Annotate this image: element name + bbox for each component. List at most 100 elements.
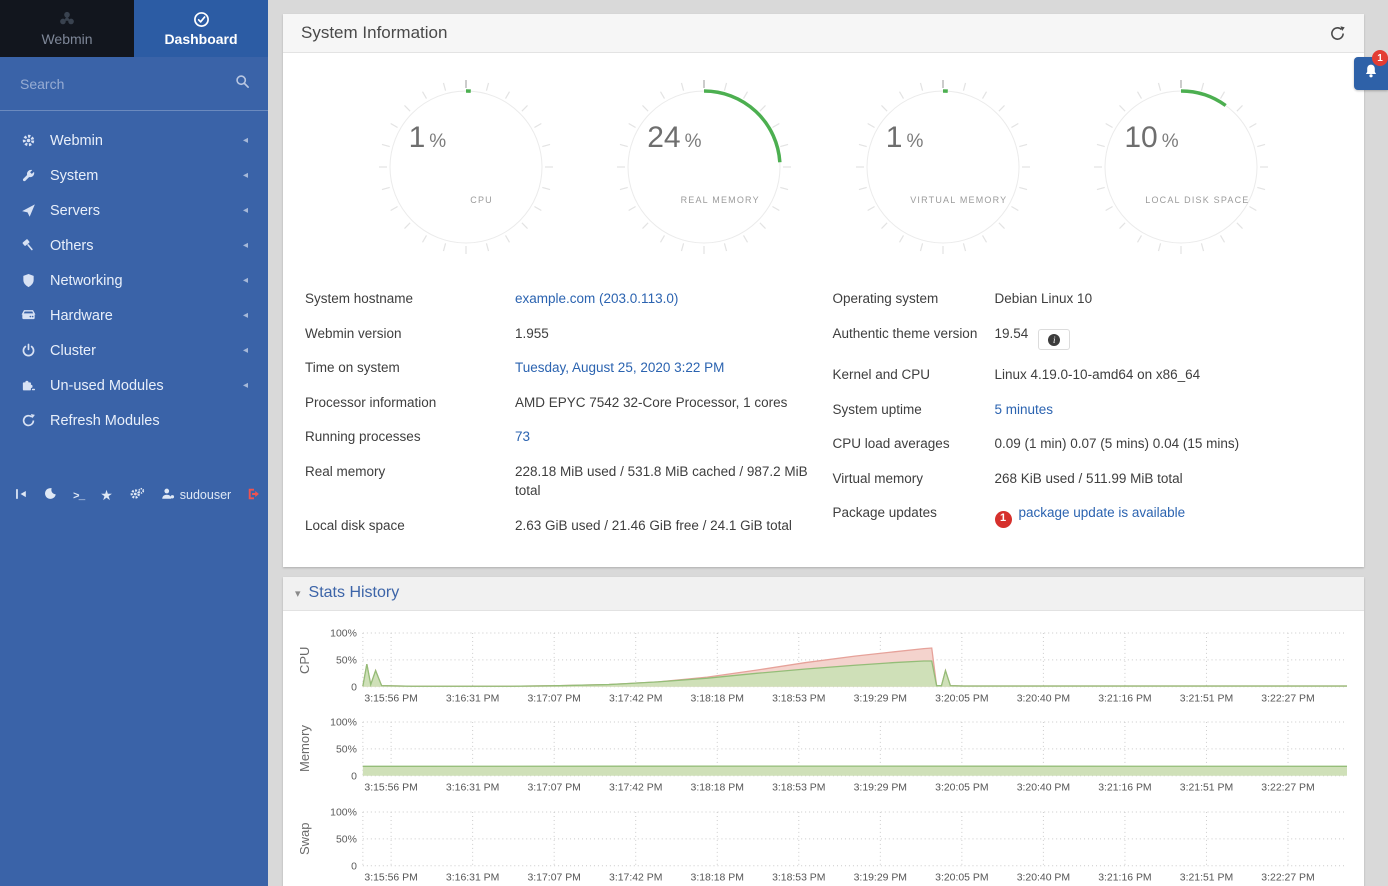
svg-text:3:16:31 PM: 3:16:31 PM — [446, 693, 499, 704]
sidebar-item-label: Cluster — [50, 343, 96, 359]
sidebar-item-webmin[interactable]: Webmin◂ — [0, 123, 268, 158]
gauge-value: 10% — [1124, 121, 1178, 155]
user-menu[interactable]: sudouser — [153, 484, 239, 506]
swap-chart: 100%50%03:15:56 PM3:16:31 PM3:17:07 PM3:… — [317, 806, 1358, 886]
info-value: 19.54i — [995, 316, 1343, 358]
svg-text:3:18:53 PM: 3:18:53 PM — [772, 693, 825, 704]
info-column-right: Operating system Debian Linux 10 Authentic… — [833, 281, 1343, 543]
tab-dashboard-label: Dashboard — [164, 31, 237, 47]
gauge-cpu: 1% CPU — [374, 75, 558, 259]
sidebar-item-others[interactable]: Others◂ — [0, 228, 268, 263]
svg-text:100%: 100% — [330, 718, 357, 729]
svg-text:3:17:42 PM: 3:17:42 PM — [609, 783, 662, 794]
info-value: Linux 4.19.0-10-amd64 on x86_64 — [995, 357, 1343, 392]
svg-text:0: 0 — [351, 682, 357, 693]
info-link[interactable]: example.com (203.0.113.0) — [515, 291, 678, 306]
info-value-text: 1.955 — [515, 326, 549, 341]
info-label: Webmin version — [305, 316, 505, 351]
info-link[interactable]: 73 — [515, 429, 530, 444]
svg-text:3:22:27 PM: 3:22:27 PM — [1261, 783, 1314, 794]
svg-text:3:21:51 PM: 3:21:51 PM — [1180, 873, 1233, 884]
caret-left-icon: ◂ — [243, 205, 248, 216]
sidebar-item-cluster[interactable]: Cluster◂ — [0, 333, 268, 368]
sidebar-item-label: Networking — [50, 273, 123, 289]
sidebar-item-un-used-modules[interactable]: Un-used Modules◂ — [0, 368, 268, 403]
cpu-chart: 100%50%03:15:56 PM3:16:31 PM3:17:07 PM3:… — [317, 627, 1358, 707]
sidebar-item-system[interactable]: System◂ — [0, 158, 268, 193]
swap-chart-row: Swap100%50%03:15:56 PM3:16:31 PM3:17:07 … — [297, 806, 1358, 886]
caret-left-icon: ◂ — [243, 240, 248, 251]
gauge-dial — [1089, 75, 1273, 259]
info-value-text: 2.63 GiB used / 21.46 GiB free / 24.1 Gi… — [515, 518, 792, 533]
info-value: 1package update is available — [995, 495, 1343, 534]
info-value-text: 268 KiB used / 511.99 MiB total — [995, 471, 1183, 486]
settings-button[interactable] — [121, 484, 153, 506]
svg-text:3:20:40 PM: 3:20:40 PM — [1017, 873, 1070, 884]
cpu-axis-label: CPU — [297, 629, 317, 691]
tab-dashboard[interactable]: Dashboard — [134, 0, 268, 57]
sidebar-collapse-button[interactable] — [6, 484, 36, 506]
svg-text:3:21:16 PM: 3:21:16 PM — [1098, 693, 1151, 704]
stats-history-header[interactable]: ▾ Stats History — [283, 577, 1364, 611]
gauge-dial — [851, 75, 1035, 259]
svg-text:0: 0 — [351, 861, 357, 872]
svg-text:3:21:16 PM: 3:21:16 PM — [1098, 873, 1151, 884]
info-label: Package updates — [833, 495, 985, 534]
gauge-real-memory: 24% REAL MEMORY — [612, 75, 796, 259]
svg-text:3:20:05 PM: 3:20:05 PM — [935, 783, 988, 794]
refresh-button[interactable] — [1329, 25, 1346, 42]
logout-icon — [247, 487, 261, 504]
caret-left-icon: ◂ — [243, 275, 248, 286]
info-link[interactable]: package update is available — [1019, 505, 1186, 520]
svg-text:3:15:56 PM: 3:15:56 PM — [364, 783, 417, 794]
refresh-icon — [20, 413, 37, 428]
info-label: CPU load averages — [833, 426, 985, 461]
gauge-value: 1% — [409, 121, 447, 155]
info-link[interactable]: 5 minutes — [995, 402, 1054, 417]
favorites-button[interactable]: ★ — [92, 484, 121, 506]
sidebar-item-label: System — [50, 168, 98, 184]
night-mode-button[interactable] — [36, 484, 65, 506]
info-link[interactable]: Tuesday, August 25, 2020 3:22 PM — [515, 360, 724, 375]
main-content: System Information 1% CPU 24% REAL MEMOR… — [268, 0, 1388, 886]
svg-text:3:15:56 PM: 3:15:56 PM — [364, 693, 417, 704]
svg-text:3:18:53 PM: 3:18:53 PM — [772, 873, 825, 884]
info-value-text: Debian Linux 10 — [995, 291, 1093, 306]
stats-history-panel: ▾ Stats History CPU 100%50%03:15:56 PM3:1… — [283, 577, 1364, 886]
svg-text:3:20:40 PM: 3:20:40 PM — [1017, 693, 1070, 704]
info-label: Kernel and CPU — [833, 357, 985, 392]
sidebar-item-refresh-modules[interactable]: Refresh Modules — [0, 403, 268, 438]
info-value: AMD EPYC 7542 32-Core Processor, 1 cores — [515, 385, 815, 420]
search-input[interactable] — [18, 75, 235, 93]
info-value-text: AMD EPYC 7542 32-Core Processor, 1 cores — [515, 395, 787, 410]
svg-text:3:18:18 PM: 3:18:18 PM — [691, 693, 744, 704]
svg-text:3:17:42 PM: 3:17:42 PM — [609, 873, 662, 884]
sidebar: Webmin Dashboard Webmin◂System◂Servers◂O… — [0, 0, 268, 886]
gauge-virtual-memory: 1% VIRTUAL MEMORY — [851, 75, 1035, 259]
info-label: Operating system — [833, 281, 985, 316]
dashboard-icon — [193, 10, 210, 28]
collapse-icon — [14, 487, 28, 504]
collapse-caret-icon: ▾ — [295, 587, 301, 600]
tab-webmin[interactable]: Webmin — [0, 0, 134, 57]
sidebar-item-label: Un-used Modules — [50, 378, 164, 394]
puzzle-icon — [20, 378, 37, 393]
sidebar-item-networking[interactable]: Networking ◂ — [0, 263, 268, 298]
sidebar-item-hardware[interactable]: Hardware◂ — [0, 298, 268, 333]
caret-left-icon: ◂ — [243, 135, 248, 146]
gauge-label: LOCAL DISK SPACE — [1089, 195, 1273, 205]
logout-button[interactable] — [239, 484, 269, 506]
terminal-button[interactable]: >_ — [65, 484, 92, 506]
info-value: Debian Linux 10 — [995, 281, 1343, 316]
svg-text:3:19:29 PM: 3:19:29 PM — [854, 873, 907, 884]
search-row — [0, 57, 268, 111]
sidebar-user-bar: >_★ sudouser — [0, 480, 268, 510]
info-label: Authentic theme version — [833, 316, 985, 358]
notification-bell-button[interactable]: 1 — [1354, 57, 1388, 90]
sidebar-item-servers[interactable]: Servers◂ — [0, 193, 268, 228]
stats-history-title: Stats History — [309, 584, 400, 602]
theme-info-button[interactable]: i — [1038, 329, 1070, 350]
svg-text:3:19:29 PM: 3:19:29 PM — [854, 693, 907, 704]
tab-webmin-label: Webmin — [41, 31, 92, 47]
moon-icon — [44, 487, 57, 503]
